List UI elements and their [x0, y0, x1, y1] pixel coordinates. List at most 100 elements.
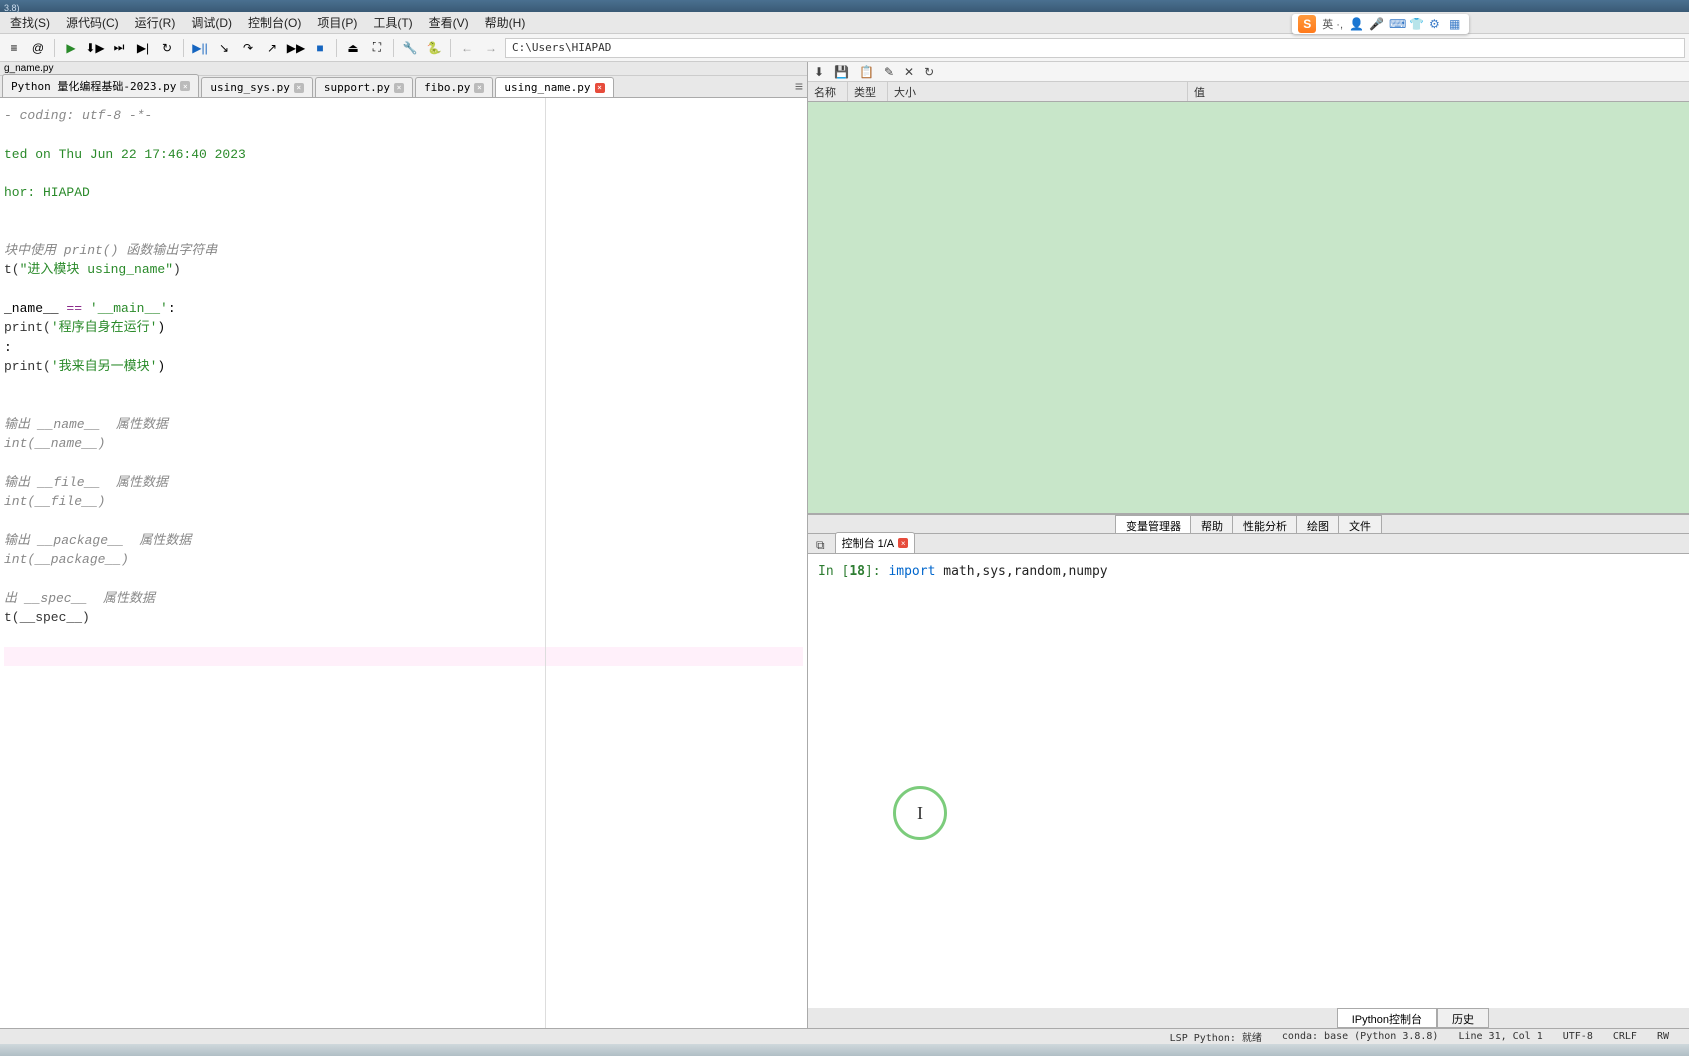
save-data-icon[interactable]: 💾: [834, 65, 849, 79]
tab-help[interactable]: 帮助: [1190, 515, 1234, 533]
ipython-console[interactable]: In [18]: import math,sys,random,numpy I: [808, 554, 1689, 1008]
close-icon[interactable]: ×: [294, 83, 304, 93]
remove-icon[interactable]: ✕: [904, 65, 914, 79]
ime-keyboard-icon[interactable]: ⌨: [1389, 17, 1403, 31]
exit-debug-icon[interactable]: ⏏: [343, 38, 363, 58]
main-area: g_name.py ≡ Python 量化编程基础-2023.py× using…: [0, 62, 1689, 1028]
tab-label: using_sys.py: [210, 81, 289, 94]
col-name[interactable]: 名称: [808, 82, 848, 101]
wrench-icon[interactable]: 🔧: [400, 38, 420, 58]
run-icon[interactable]: ▶: [61, 38, 81, 58]
ime-tool-icon[interactable]: ⚙: [1429, 17, 1443, 31]
code-text: "进入模块 using_name": [20, 262, 173, 277]
variable-table-body[interactable]: [808, 102, 1689, 514]
code-text: :: [4, 340, 12, 355]
ime-user-icon[interactable]: 👤: [1349, 17, 1363, 31]
menu-help[interactable]: 帮助(H): [477, 12, 534, 33]
clear-icon[interactable]: ✎: [884, 65, 894, 79]
save-as-icon[interactable]: 📋: [859, 65, 874, 79]
tab-ipython-console[interactable]: IPython控制台: [1337, 1008, 1437, 1028]
close-icon[interactable]: ×: [474, 83, 484, 93]
tab-files[interactable]: 文件: [1338, 515, 1382, 533]
maximize-icon[interactable]: ⛶: [367, 38, 387, 58]
ime-skin-icon[interactable]: 👕: [1409, 17, 1423, 31]
ime-toolbar[interactable]: S 英 ·, 👤 🎤 ⌨ 👕 ⚙ ▦: [1292, 14, 1469, 34]
file-tab-usingsys[interactable]: using_sys.py ×: [201, 77, 312, 97]
step-out-icon[interactable]: ↗: [262, 38, 282, 58]
status-lsp[interactable]: LSP Python: 就绪: [1170, 1029, 1262, 1044]
python-path-icon[interactable]: 🐍: [424, 38, 444, 58]
windows-taskbar[interactable]: [0, 1044, 1689, 1056]
tab-label: support.py: [324, 81, 390, 94]
ime-grid-icon[interactable]: ▦: [1449, 17, 1463, 31]
outline-icon[interactable]: ≡: [4, 38, 24, 58]
refresh-icon[interactable]: ↻: [924, 65, 934, 79]
console-tab-1a[interactable]: 控制台 1/A ×: [835, 532, 916, 553]
code-text: t(__spec__): [4, 610, 90, 625]
close-icon[interactable]: ×: [898, 538, 908, 548]
status-bar: LSP Python: 就绪 conda: base (Python 3.8.8…: [0, 1028, 1689, 1044]
menu-tools[interactable]: 工具(T): [365, 12, 420, 33]
tab-variable-explorer[interactable]: 变量管理器: [1115, 515, 1192, 533]
pane-menu-icon[interactable]: ≡: [795, 78, 803, 94]
close-icon[interactable]: ×: [394, 83, 404, 93]
code-text: 输出 __file__ 属性数据: [4, 475, 168, 490]
code-text: '__main__': [90, 301, 168, 316]
step-over-icon[interactable]: ↷: [238, 38, 258, 58]
working-dir-input[interactable]: C:\Users\HIAPAD: [505, 38, 1685, 58]
import-data-icon[interactable]: ⬇: [814, 65, 824, 79]
console-keyword: import: [888, 564, 935, 579]
code-text: 输出 __package__ 属性数据: [4, 533, 191, 548]
main-toolbar: ≡ @ ▶ ⬇▶ ⏭ ▶| ↻ ▶|| ↘ ↷ ↗ ▶▶ ■ ⏏ ⛶ 🔧 🐍 ←…: [0, 34, 1689, 62]
run-cell-icon[interactable]: ⬇▶: [85, 38, 105, 58]
rerun-icon[interactable]: ↻: [157, 38, 177, 58]
separator: [450, 39, 451, 57]
tab-history[interactable]: 历史: [1437, 1008, 1489, 1028]
debug-icon[interactable]: ▶||: [190, 38, 210, 58]
status-encoding: UTF-8: [1563, 1031, 1593, 1042]
file-tab-usingname[interactable]: using_name.py ×: [495, 77, 613, 97]
menu-view[interactable]: 查看(V): [421, 12, 477, 33]
continue-icon[interactable]: ▶▶: [286, 38, 306, 58]
tab-label: using_name.py: [504, 81, 590, 94]
col-size[interactable]: 大小: [888, 82, 1188, 101]
ime-mic-icon[interactable]: 🎤: [1369, 17, 1383, 31]
at-icon[interactable]: @: [28, 38, 48, 58]
stop-icon[interactable]: ■: [310, 38, 330, 58]
separator: [393, 39, 394, 57]
code-editor[interactable]: - coding: utf-8 -*- ted on Thu Jun 22 17…: [0, 98, 807, 1028]
code-text: ): [173, 262, 181, 277]
menu-project[interactable]: 项目(P): [309, 12, 365, 33]
new-console-icon[interactable]: ⧉: [812, 538, 829, 553]
col-value[interactable]: 值: [1188, 82, 1689, 101]
separator: [54, 39, 55, 57]
close-icon[interactable]: ×: [595, 83, 605, 93]
title-bar: 3.8): [0, 0, 1689, 12]
file-tab-fibo[interactable]: fibo.py×: [415, 77, 493, 97]
forward-icon[interactable]: →: [481, 38, 501, 58]
menu-find[interactable]: 查找(S): [2, 12, 58, 33]
menu-source[interactable]: 源代码(C): [58, 12, 127, 33]
code-text: ): [157, 320, 165, 335]
code-text: int(__package__): [4, 552, 129, 567]
close-icon[interactable]: ×: [180, 81, 190, 91]
code-text: - coding: utf-8 -*-: [4, 108, 152, 123]
back-icon[interactable]: ←: [457, 38, 477, 58]
step-into-icon[interactable]: ↘: [214, 38, 234, 58]
file-tab-quant[interactable]: Python 量化编程基础-2023.py×: [2, 74, 199, 97]
tab-plots[interactable]: 绘图: [1296, 515, 1340, 533]
ime-language[interactable]: 英 ·,: [1322, 16, 1343, 32]
file-tab-support[interactable]: support.py ×: [315, 77, 413, 97]
console-input-text: math,sys,random,numpy: [935, 564, 1107, 579]
status-conda[interactable]: conda: base (Python 3.8.8): [1282, 1031, 1439, 1042]
menu-run[interactable]: 运行(R): [127, 12, 184, 33]
menu-debug[interactable]: 调试(D): [183, 12, 240, 33]
col-type[interactable]: 类型: [848, 82, 888, 101]
right-pane: ⬇ 💾 📋 ✎ ✕ ↻ 名称 类型 大小 值 变量管理器 帮助 性能分析 绘图 …: [808, 62, 1689, 1028]
menu-console[interactable]: 控制台(O): [240, 12, 309, 33]
run-selection-icon[interactable]: ▶|: [133, 38, 153, 58]
code-text: '程序自身在运行': [51, 320, 158, 335]
run-cell-advance-icon[interactable]: ⏭: [109, 38, 129, 58]
status-cursor-position: Line 31, Col 1: [1458, 1031, 1542, 1042]
tab-profiler[interactable]: 性能分析: [1232, 515, 1298, 533]
